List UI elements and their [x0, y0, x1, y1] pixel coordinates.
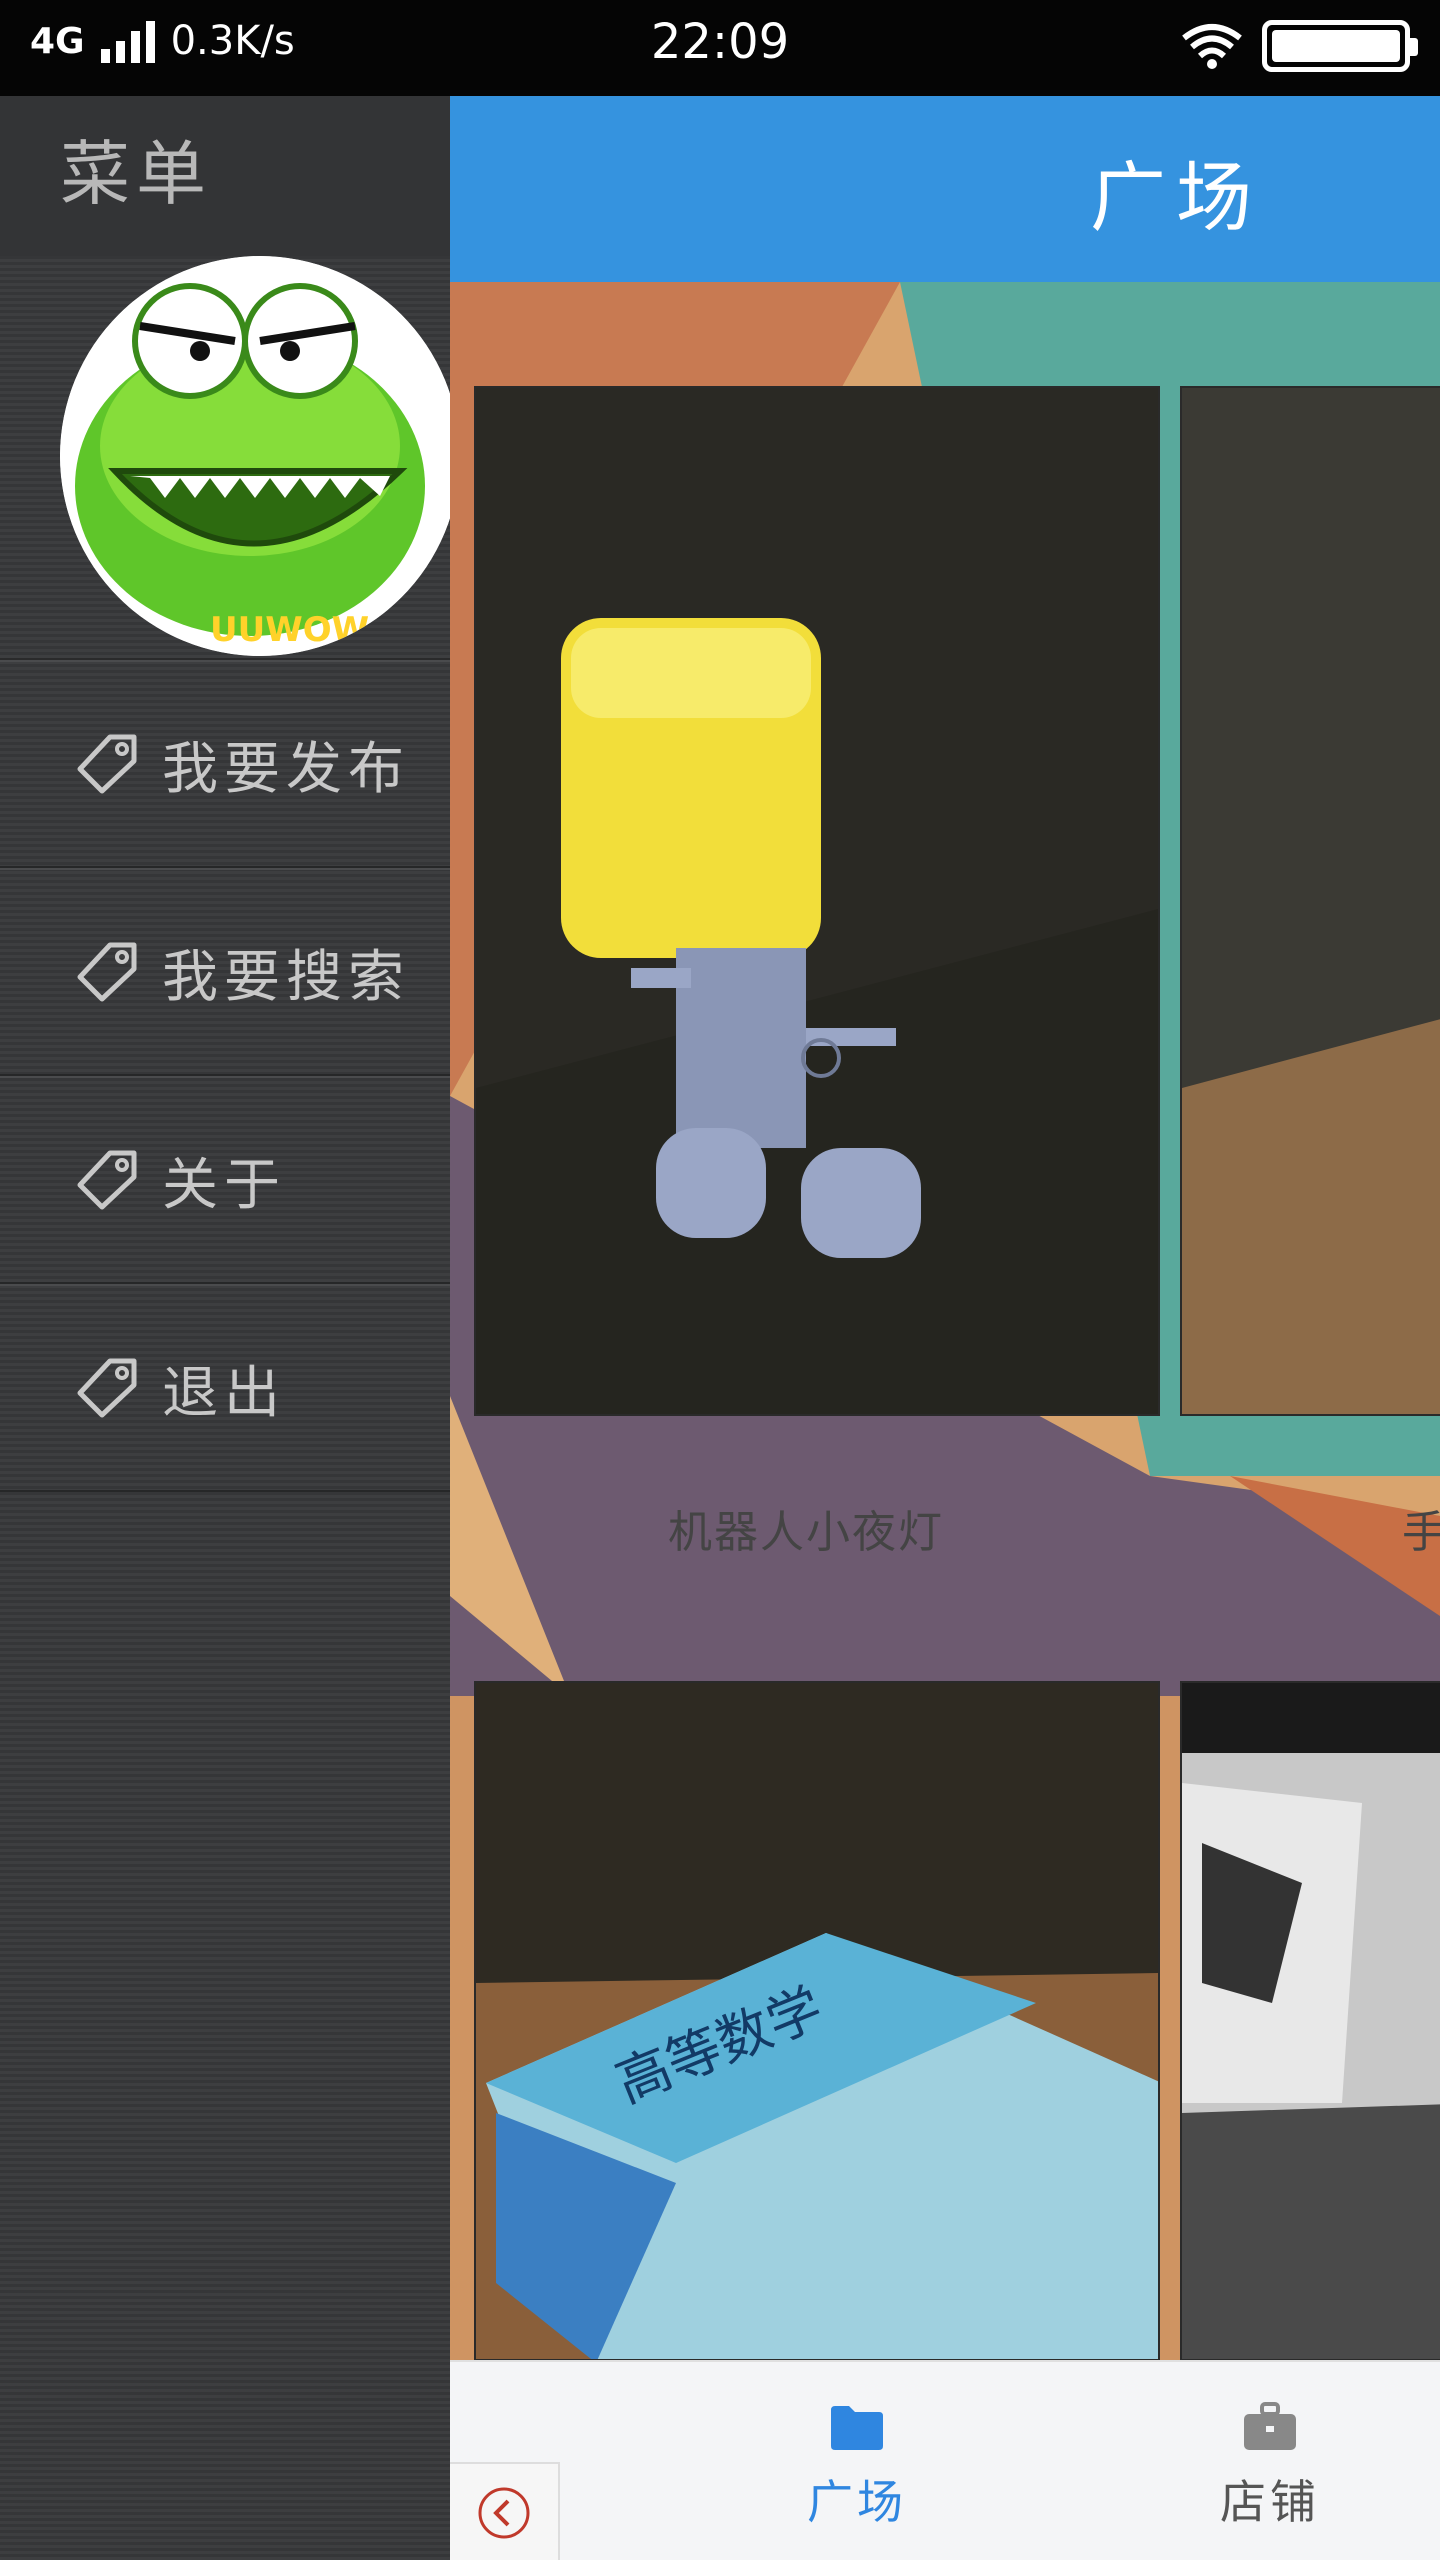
product-image-2[interactable]: [1180, 386, 1440, 1416]
menu-item-label: 退出: [162, 1360, 286, 1426]
tab-label: 店铺: [1220, 2475, 1320, 2529]
chevron-left-icon: [478, 2487, 530, 2539]
menu-item-publish[interactable]: 我要发布: [0, 660, 450, 868]
product-name: 手: [1402, 1507, 1440, 1558]
product-image-4[interactable]: [1180, 1681, 1440, 2361]
product-image-math-book[interactable]: 高等数学: [474, 1681, 1160, 2361]
bottom-navigation: 广场 店铺: [450, 2360, 1440, 2560]
menu-item-label: 我要搜索: [162, 944, 410, 1010]
product-name: 机器人小夜灯: [668, 1507, 944, 1558]
svg-text:UUWOW: UUWOW: [210, 610, 369, 650]
menu-item-about[interactable]: 关于: [0, 1076, 450, 1284]
page-title: 广场: [1090, 153, 1262, 242]
product-image-robot-lamp[interactable]: [474, 386, 1160, 1416]
app-bar: 广场: [450, 96, 1440, 282]
tag-icon: [77, 1358, 137, 1418]
briefcase-icon: [1244, 2402, 1296, 2450]
menu-item-search[interactable]: 我要搜索: [0, 868, 450, 1076]
menu-item-label: 关于: [162, 1152, 286, 1218]
back-button[interactable]: [450, 2462, 560, 2560]
menu-item-label: 我要发布: [162, 736, 410, 802]
tab-label: 广场: [807, 2475, 907, 2529]
tag-icon: [77, 1150, 137, 1210]
avatar-section: UUWOW: [0, 256, 460, 660]
status-right: [1180, 20, 1418, 72]
main-content: 广场 机器人小夜灯 手 高等数学 广场 店铺: [450, 96, 1440, 2560]
tab-square[interactable]: 广场: [757, 2402, 957, 2532]
tag-icon: [77, 734, 137, 794]
tag-icon: [77, 942, 137, 1002]
menu-item-logout[interactable]: 退出: [0, 1284, 450, 1492]
folder-icon: [831, 2406, 883, 2450]
status-bar: 4G 0.3K/s 22:09: [0, 0, 1440, 96]
avatar[interactable]: UUWOW: [60, 256, 460, 656]
drawer-title: 菜单: [0, 96, 450, 256]
tab-shop[interactable]: 店铺: [1170, 2402, 1370, 2532]
wifi-icon: [1182, 24, 1242, 69]
navigation-drawer: 菜单 UUWOW 我要发布 我要搜索 关于 退出: [0, 96, 460, 2560]
battery-icon: [1262, 20, 1418, 72]
